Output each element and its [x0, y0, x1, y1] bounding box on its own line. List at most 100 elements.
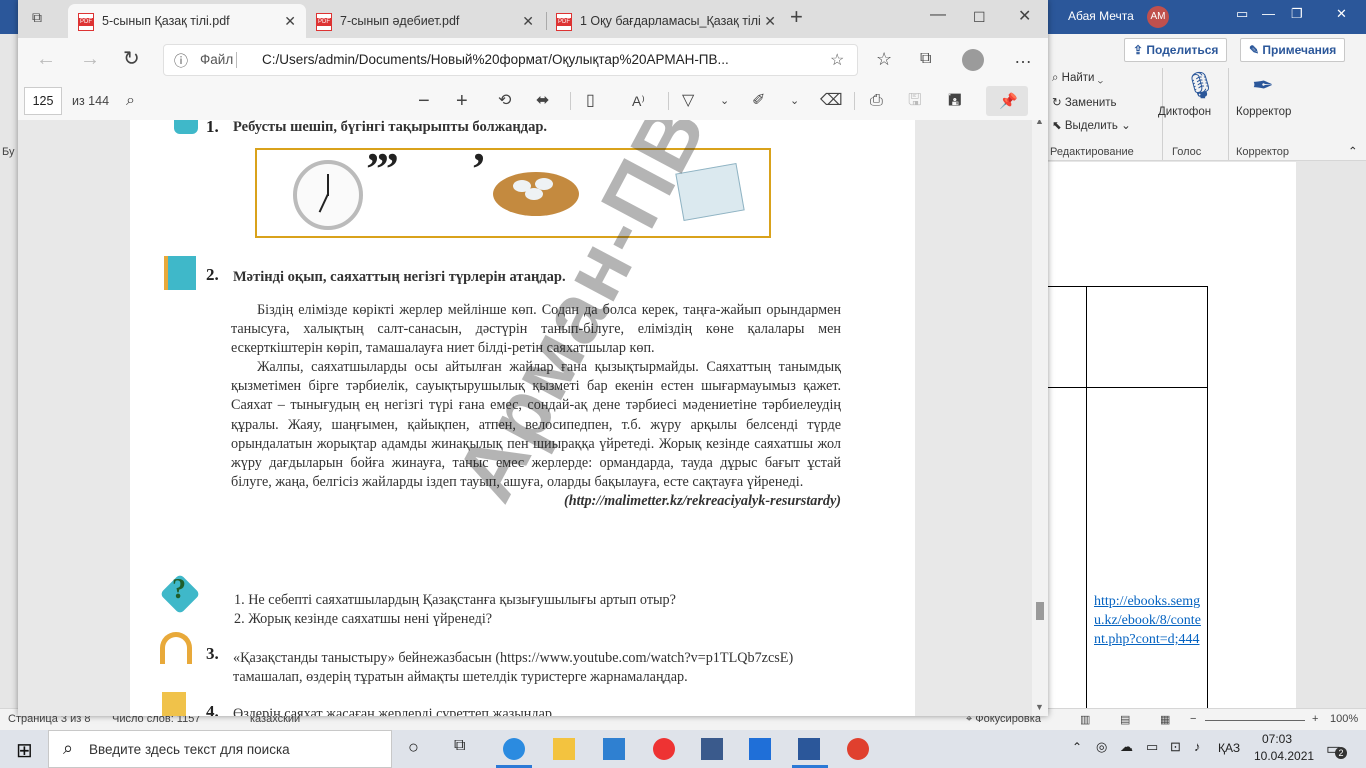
close-icon[interactable]: ✕	[1336, 6, 1347, 22]
tab-7-synyp[interactable]: 7-сынып әдебиет.pdf ✕	[312, 4, 544, 38]
volume-icon[interactable]: ♪	[1194, 739, 1201, 754]
b-app-icon[interactable]	[701, 738, 723, 760]
info-icon[interactable]: ⓘ	[174, 51, 188, 71]
network-icon[interactable]: ⊡	[1170, 739, 1181, 755]
page-number-input[interactable]: 125	[24, 87, 62, 115]
collections-icon[interactable]: ⧉	[920, 40, 931, 78]
input-language[interactable]: ҚАЗ	[1218, 741, 1240, 755]
close-icon[interactable]: ✕	[1018, 0, 1031, 36]
zoom-level[interactable]: 100%	[1330, 713, 1358, 725]
replace-button[interactable]: ↻ Заменить	[1052, 95, 1117, 109]
tray-app-icon[interactable]: ◎	[1096, 739, 1107, 755]
scroll-thumb[interactable]	[1036, 602, 1044, 620]
share-button[interactable]: ⇪ Поделиться	[1124, 38, 1228, 62]
task3-text: «Қазақстанды таныстыру» бейнежазбасын (h…	[233, 650, 794, 685]
new-tab-icon[interactable]: +	[790, 0, 803, 36]
notifications-button[interactable]: ▭ 2	[1326, 739, 1347, 759]
dictate-button[interactable]: Диктофон	[1158, 106, 1211, 118]
more-menu-icon[interactable]: …	[1014, 38, 1032, 76]
close-tab-icon[interactable]: ✕	[522, 4, 534, 38]
minimize-icon[interactable]: —	[930, 0, 946, 34]
read-mode-icon[interactable]: ▥	[1080, 713, 1090, 726]
search-icon: ⌕	[63, 738, 74, 758]
find-button[interactable]: ⌕ Найти ⌄	[1052, 72, 1103, 85]
maximize-icon[interactable]: ☐	[973, 0, 986, 36]
taskbar-search[interactable]: ⌕ Введите здесь текст для поиска	[48, 730, 392, 768]
select-button[interactable]: ⬉ Выделить ⌄	[1052, 118, 1131, 132]
document-link[interactable]: http://ebooks.semgu.kz/ebook/8/content.p…	[1094, 592, 1204, 649]
tray-arrow-icon[interactable]: ⌃	[1072, 740, 1082, 754]
avatar[interactable]: AM	[1147, 6, 1169, 28]
url-field[interactable]: ⓘ Файл C:/Users/admin/Documents/Новый%20…	[163, 44, 858, 76]
web-layout-icon[interactable]: ▦	[1160, 713, 1170, 726]
cortana-icon[interactable]: ○	[408, 737, 419, 758]
rotate-icon[interactable]: ⟲	[498, 82, 511, 120]
corrector-button[interactable]: Корректор	[1236, 106, 1291, 118]
close-tab-icon[interactable]: ✕	[760, 4, 776, 38]
refresh-icon[interactable]: ↻	[123, 40, 140, 78]
back-icon[interactable]: ←	[36, 40, 56, 78]
pin-toolbar-button[interactable]: 📌	[986, 86, 1028, 116]
microphone-icon[interactable]: 🎙	[1176, 70, 1224, 101]
ribbon-display-icon[interactable]: ▭	[1236, 6, 1248, 22]
page-view-icon[interactable]: ▯	[586, 82, 595, 120]
save-icon[interactable]: 🖫	[908, 82, 922, 120]
eraser-icon[interactable]: ⌫	[820, 82, 843, 120]
nest-image	[493, 172, 579, 216]
pin-icon: 📌	[999, 93, 1018, 110]
zoom-out-icon[interactable]: −	[418, 82, 430, 120]
question-item: 1. Не себепті саяхатшылардың Қазақстанға…	[234, 592, 676, 608]
speech-bubble-icon	[174, 120, 198, 134]
tab-oku-bagdarlamasy[interactable]: 1 Оқу бағдарламасы_Қазақ тілі. ✕	[552, 4, 786, 38]
word-icon[interactable]	[798, 738, 820, 760]
chevron-down-icon[interactable]: ⌄	[720, 82, 729, 120]
chrome-icon[interactable]	[847, 738, 869, 760]
forward-icon[interactable]: →	[80, 40, 100, 78]
task-view-icon[interactable]: ⧉	[454, 737, 465, 755]
pdf-viewer[interactable]: 1. Ребусты шешіп, бүгінгі тақырыпты болж…	[18, 120, 1048, 716]
clock-time[interactable]: 07:03	[1262, 732, 1292, 746]
draw-icon[interactable]: ▽	[682, 82, 694, 120]
notes-button[interactable]: ✎ Примечания	[1240, 38, 1346, 62]
print-layout-icon[interactable]: ▤	[1120, 713, 1130, 726]
mail-icon[interactable]	[603, 738, 625, 760]
pdf-file-icon	[556, 12, 572, 31]
fit-page-icon[interactable]: ⬌	[536, 82, 549, 120]
read-aloud-icon[interactable]: A⁾	[632, 82, 645, 120]
scroll-up-icon[interactable]: ▲	[1035, 120, 1044, 126]
zoom-in-icon[interactable]: +	[456, 82, 468, 120]
pen-icon[interactable]: ✒	[1252, 70, 1274, 101]
zoom-out-icon[interactable]: −	[1190, 713, 1196, 725]
chevron-down-icon[interactable]: ⌄	[790, 82, 799, 120]
favorites-icon[interactable]: ☆	[876, 40, 892, 78]
battery-icon[interactable]: ▭	[1146, 739, 1158, 755]
highlight-icon[interactable]: ✐	[752, 82, 765, 120]
windows-start-icon[interactable]: ⊞	[16, 738, 33, 763]
profile-icon[interactable]	[962, 49, 984, 71]
tab-5-synyp[interactable]: 5-сынып Қазақ тілі.pdf ✕	[68, 4, 306, 38]
save-as-icon[interactable]: 🖪	[948, 82, 962, 120]
onedrive-icon[interactable]: ☁	[1120, 739, 1133, 755]
collapse-ribbon-icon[interactable]: ⌃	[1348, 144, 1358, 158]
pdf-toolbar: 125 из 144 ⌕ − + ⟲ ⬌ ▯ A⁾ ▽ ⌄ ✐ ⌄ ⌫ ⎙ 🖫 …	[18, 82, 1048, 121]
clock-image	[293, 160, 363, 230]
word-user-name: Абая Мечта	[1068, 9, 1134, 23]
search-icon[interactable]: ⌕	[126, 82, 135, 120]
add-favorite-icon[interactable]: ☆	[830, 50, 844, 70]
zoom-slider[interactable]	[1205, 720, 1305, 721]
print-icon[interactable]: ⎙	[870, 82, 883, 120]
file-explorer-icon[interactable]	[553, 738, 575, 760]
yandex-icon[interactable]	[653, 738, 675, 760]
scrollbar[interactable]: ▲ ▼	[1032, 120, 1048, 716]
dropbox-icon[interactable]	[749, 738, 771, 760]
questions-list: 1. Не себепті саяхатшылардың Қазақстанға…	[234, 591, 676, 629]
zoom-in-icon[interactable]: +	[1312, 713, 1318, 725]
minimize-icon[interactable]: —	[1262, 6, 1275, 21]
clock-date[interactable]: 10.04.2021	[1254, 749, 1314, 763]
tab-actions-icon[interactable]: ⧉	[32, 0, 42, 36]
edge-icon[interactable]	[503, 738, 525, 760]
task3-number: 3.	[206, 644, 219, 663]
close-tab-icon[interactable]: ✕	[284, 4, 296, 38]
restore-icon[interactable]: ❐	[1291, 6, 1303, 22]
scroll-down-icon[interactable]: ▼	[1035, 702, 1044, 712]
